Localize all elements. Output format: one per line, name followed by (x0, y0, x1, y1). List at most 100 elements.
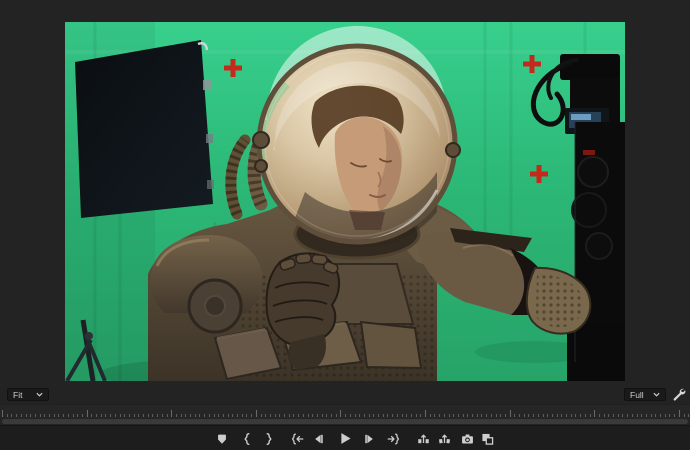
ruler-minor-tick (570, 414, 572, 417)
ruler-minor-tick (58, 414, 60, 417)
ruler-minor-tick (613, 414, 614, 417)
ruler-minor-tick (166, 414, 168, 417)
ruler-minor-tick (650, 414, 652, 417)
ruler-minor-tick (655, 414, 657, 417)
ruler-minor-tick (81, 414, 83, 417)
ruler-minor-tick (551, 414, 553, 417)
ruler-minor-tick (396, 414, 398, 417)
ruler-major-tick (509, 410, 511, 417)
ruler-minor-tick (523, 414, 525, 417)
ruler-minor-tick (542, 414, 544, 417)
zoom-level-value: Fit (13, 389, 23, 400)
ruler-minor-tick (265, 414, 267, 417)
resolution-value: Full (630, 389, 644, 400)
ruler-minor-tick (6, 414, 8, 417)
ruler-minor-tick (16, 414, 18, 417)
ruler-minor-tick (269, 414, 271, 417)
ruler-minor-tick (105, 414, 107, 417)
chevron-down-icon (653, 392, 660, 397)
extract-button[interactable] (436, 431, 452, 447)
ruler-minor-tick (316, 414, 318, 417)
ruler-minor-tick (566, 414, 567, 417)
ruler-minor-tick (448, 414, 450, 417)
timeline-ruler[interactable] (0, 404, 690, 419)
ruler-minor-tick (533, 414, 535, 417)
ruler-minor-tick (11, 414, 13, 417)
ruler-minor-tick (669, 414, 671, 417)
ruler-minor-tick (349, 414, 351, 417)
ruler-major-tick (340, 410, 342, 417)
ruler-minor-tick (44, 414, 46, 417)
ruler-minor-tick (476, 414, 478, 417)
ruler-minor-tick (199, 414, 201, 417)
ruler-minor-tick (284, 414, 285, 417)
light-flag (75, 40, 214, 218)
step-back-button[interactable] (310, 431, 326, 447)
ruler-minor-tick (34, 414, 36, 417)
ruler-minor-tick (77, 414, 79, 417)
ruler-minor-tick (363, 414, 365, 417)
go-to-in-button[interactable] (289, 431, 305, 447)
ruler-minor-tick (556, 414, 558, 417)
ruler-minor-tick (218, 414, 220, 417)
ruler-minor-tick (246, 414, 248, 417)
ruler-minor-tick (143, 414, 144, 417)
mark-out-button[interactable] (261, 431, 277, 447)
ruler-minor-tick (434, 414, 436, 417)
ruler-minor-tick (279, 414, 281, 417)
ruler-minor-tick (312, 414, 314, 417)
zoom-level-select[interactable]: Fit (7, 388, 49, 401)
comparison-view-button[interactable] (479, 431, 495, 447)
ruler-minor-tick (462, 414, 464, 417)
go-to-out-button[interactable] (385, 431, 401, 447)
settings-wrench-icon[interactable] (671, 387, 686, 402)
video-viewport[interactable] (65, 22, 625, 381)
ruler-minor-tick (401, 414, 403, 417)
add-marker-button[interactable] (214, 431, 230, 447)
ruler-minor-tick (537, 414, 539, 417)
ruler-major-tick (171, 410, 173, 417)
ruler-minor-tick (152, 414, 154, 417)
lift-button[interactable] (415, 431, 431, 447)
play-button[interactable] (337, 431, 353, 447)
ruler-minor-tick (274, 414, 276, 417)
ruler-minor-tick (490, 414, 492, 417)
playback-resolution-select[interactable]: Full (624, 388, 666, 401)
ruler-minor-tick (298, 414, 300, 417)
ruler-minor-tick (580, 414, 582, 417)
ruler-minor-tick (302, 414, 304, 417)
ruler-minor-tick (429, 414, 431, 417)
timeline-scrollbar[interactable] (2, 419, 688, 424)
ruler-minor-tick (457, 414, 459, 417)
ruler-major-tick (678, 410, 680, 417)
mark-in-button[interactable] (239, 431, 255, 447)
program-monitor-panel: Fit Full (0, 0, 690, 450)
ruler-minor-tick (514, 414, 516, 417)
ruler-minor-tick (467, 414, 469, 417)
ruler-minor-tick (335, 414, 337, 417)
ruler-minor-tick (185, 414, 187, 417)
ruler-minor-tick (354, 414, 356, 417)
ruler-minor-tick (157, 414, 159, 417)
ruler-minor-tick (368, 414, 370, 417)
ruler-minor-tick (378, 414, 379, 417)
step-forward-icon (365, 434, 373, 443)
export-frame-button[interactable] (459, 431, 475, 447)
ruler-minor-tick (410, 414, 412, 417)
ruler-minor-tick (100, 414, 102, 417)
ruler-minor-tick (415, 414, 417, 417)
ruler-minor-tick (138, 414, 140, 417)
ruler-major-tick (425, 410, 426, 417)
step-forward-button[interactable] (362, 431, 378, 447)
ruler-minor-tick (631, 414, 633, 417)
ruler-minor-tick (645, 414, 647, 417)
go-to-out-icon (387, 433, 399, 444)
ruler-minor-tick (119, 414, 121, 417)
ruler-minor-tick (622, 414, 624, 417)
timeline-scroll-track (0, 418, 690, 425)
ruler-major-tick (594, 410, 596, 417)
ruler-minor-tick (608, 414, 610, 417)
ruler-minor-tick (161, 414, 163, 417)
ruler-minor-tick (110, 414, 112, 417)
ruler-minor-tick (486, 414, 488, 417)
